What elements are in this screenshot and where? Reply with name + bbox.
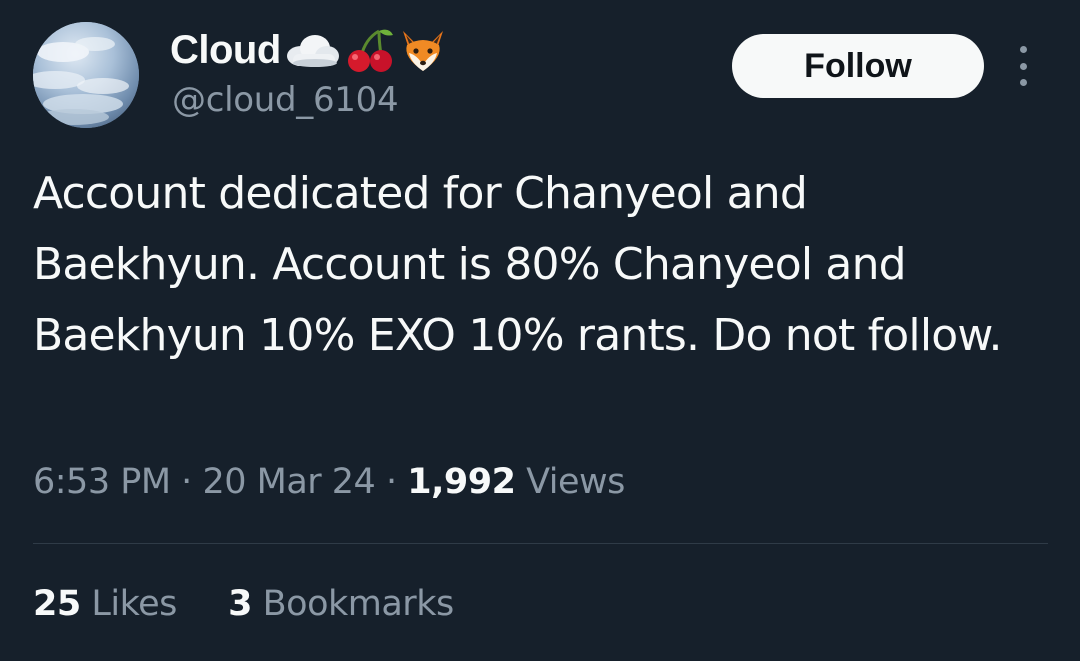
follow-button[interactable]: Follow [732,34,984,98]
likes-count: 25 [33,584,81,624]
divider [33,543,1048,544]
tweet-meta: 6:53 PM · 20 Mar 24 · 1,992 Views [33,462,625,502]
views-label: Views [526,462,625,502]
bookmarks-count: 3 [228,584,253,624]
engagement-stats: 25 Likes 3 Bookmarks [33,584,454,624]
likes-stat[interactable]: 25 Likes [33,584,188,624]
avatar[interactable] [33,22,139,128]
more-vertical-icon[interactable] [1012,46,1034,86]
display-name: Cloud [170,27,281,72]
more-dot [1019,79,1027,86]
likes-label: Likes [91,584,177,624]
meta-separator: · [181,462,192,502]
tweet-date[interactable]: 20 Mar 24 [202,462,375,502]
name-emojis [283,25,447,75]
cherries-emoji [345,25,395,75]
tweet-time[interactable]: 6:53 PM [33,462,171,502]
fox-emoji [399,27,447,73]
views-count: 1,992 [407,462,516,502]
more-dot [1019,46,1027,53]
meta-separator: · [385,462,397,502]
tweet-text: Account dedicated for Chanyeol and Baekh… [33,168,1003,361]
cloud-emoji [283,32,341,68]
more-dot [1019,62,1027,70]
display-name-row[interactable]: Cloud [170,24,447,76]
handle[interactable]: @cloud_6104 [172,80,399,120]
bookmarks-stat[interactable]: 3 Bookmarks [228,584,454,624]
bookmarks-label: Bookmarks [262,584,455,624]
